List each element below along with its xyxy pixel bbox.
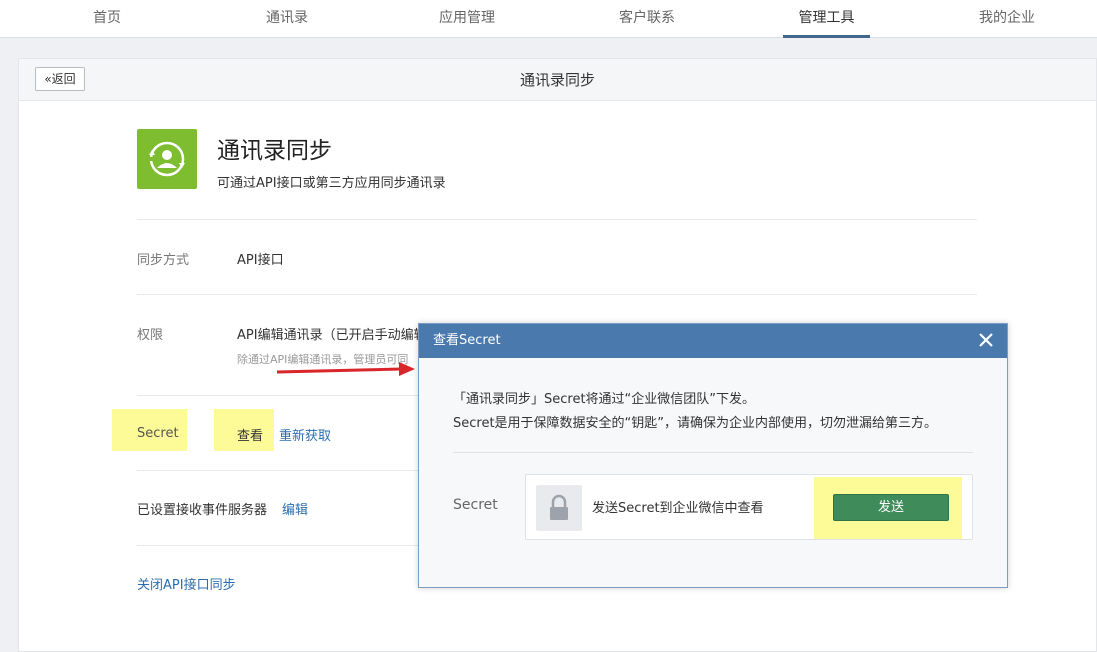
dialog-message-line1: 「通讯录同步」Secret将通过“企业微信团队”下发。 [453, 392, 756, 407]
dialog-title: 查看Secret [433, 333, 501, 348]
nav-item-app-management[interactable]: 应用管理 [422, 0, 512, 38]
close-icon[interactable] [975, 329, 997, 351]
nav-item-home[interactable]: 首页 [62, 0, 152, 38]
permission-value: API编辑通讯录（已开启手动编辑 [237, 328, 427, 343]
dialog-message-line2: Secret是用于保障数据安全的“钥匙”，请确保为企业内部使用，切勿泄漏给第三方… [453, 416, 938, 431]
app-title: 通讯录同步 [217, 138, 332, 164]
lock-icon-container [536, 485, 582, 531]
top-nav: 首页 通讯录 应用管理 客户联系 管理工具 我的企业 [0, 0, 1097, 38]
dialog-header: 查看Secret [419, 324, 1007, 358]
secret-send-box: 发送Secret到企业微信中查看 发送 [525, 474, 973, 540]
app-icon [137, 129, 197, 189]
nav-item-my-enterprise[interactable]: 我的企业 [962, 0, 1052, 38]
dialog-divider [453, 452, 973, 453]
sync-method-label: 同步方式 [137, 253, 190, 268]
event-server-label: 已设置接收事件服务器 [137, 503, 268, 518]
card-header: «返回 通讯录同步 [19, 59, 1096, 101]
close-api-sync-link[interactable]: 关闭API接口同步 [137, 574, 236, 593]
nav-item-contacts[interactable]: 通讯录 [242, 0, 332, 38]
page-title: 通讯录同步 [519, 71, 595, 89]
dialog-secret-label: Secret [453, 497, 498, 513]
annotation-arrow [276, 362, 415, 376]
view-secret-dialog: 查看Secret 「通讯录同步」Secret将通过“企业微信团队”下发。 Sec… [418, 323, 1008, 588]
sync-method-value: API接口 [237, 253, 284, 268]
nav-item-customer-contact[interactable]: 客户联系 [602, 0, 692, 38]
edit-event-server-link[interactable]: 编辑 [282, 499, 308, 518]
send-secret-text: 发送Secret到企业微信中查看 [592, 501, 764, 516]
send-button[interactable]: 发送 [833, 494, 949, 521]
divider [137, 219, 977, 220]
lock-icon [550, 494, 568, 520]
divider [137, 294, 977, 295]
view-secret-link[interactable]: 查看 [237, 425, 263, 444]
sync-user-icon [149, 141, 185, 177]
regenerate-secret-link[interactable]: 重新获取 [279, 425, 331, 444]
secret-label: Secret [137, 426, 179, 441]
nav-item-management-tools[interactable]: 管理工具 [783, 0, 870, 38]
app-description: 可通过API接口或第三方应用同步通讯录 [217, 176, 446, 191]
permission-label: 权限 [137, 328, 164, 343]
